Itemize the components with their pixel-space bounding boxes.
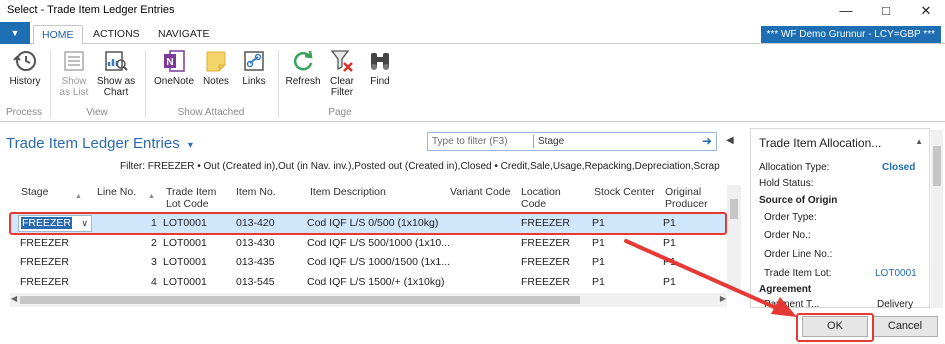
annotation-arrow-icon	[624, 239, 797, 317]
